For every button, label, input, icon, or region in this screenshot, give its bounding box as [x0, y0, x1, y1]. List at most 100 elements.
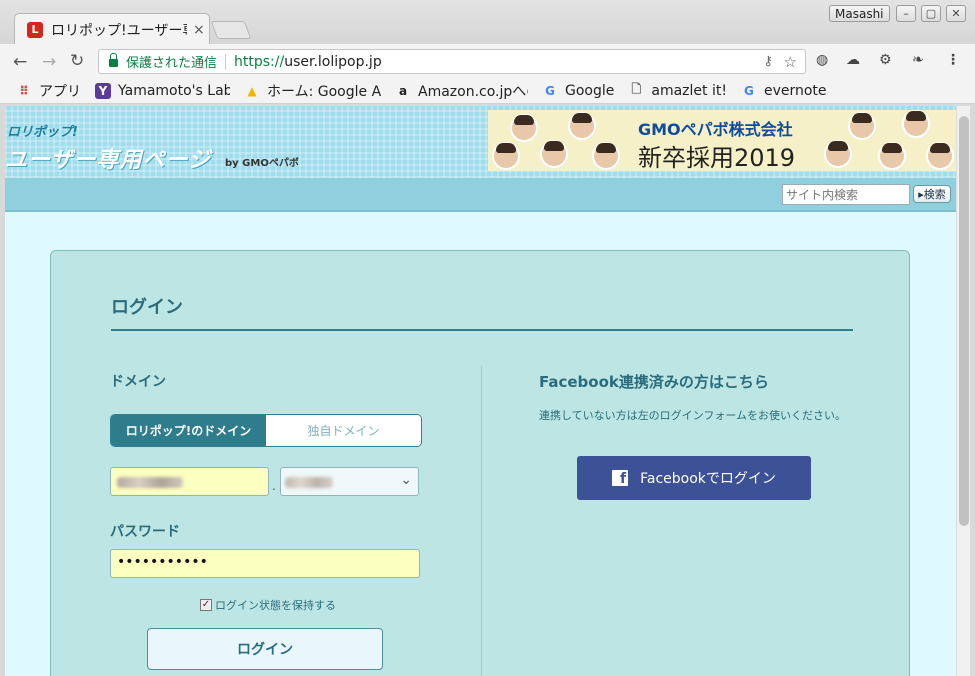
site-header: ロリポップ! ユーザー専用ページ by GMOペパボ GMOペパボ株式会社 新卒…	[5, 106, 956, 178]
bookmark-label: Yamamoto's Lab	[118, 82, 230, 99]
cloud-extension-icon[interactable]: ☁	[846, 52, 860, 68]
banner-person-icon	[540, 140, 568, 168]
redacted-value	[285, 477, 333, 488]
site-search-button[interactable]: ▸ 検索	[913, 185, 951, 203]
security-label: 保護された通信	[126, 56, 218, 71]
bookmark-amazon[interactable]: a Amazon.co.jpへのリンク	[395, 81, 528, 101]
tab-title: ロリポップ!ユーザー専用ページ	[51, 22, 187, 39]
tab-lolipop-domain[interactable]: ロリポップ!のドメイン	[111, 415, 266, 446]
domain-dot: .	[272, 479, 276, 493]
bookmark-label: Amazon.co.jpへのリンク	[418, 83, 528, 100]
banner-person-icon	[848, 112, 876, 140]
bookmark-apps[interactable]: ⠿ アプリ	[16, 81, 81, 101]
login-button[interactable]: ログイン	[147, 628, 383, 670]
site-subheader: ▸検索	[5, 178, 956, 212]
domain-subdomain-input[interactable]	[110, 467, 269, 496]
page-icon: 🗋	[631, 82, 642, 96]
bookmark-label: Google	[565, 82, 615, 99]
remember-checkbox[interactable]: ✓	[200, 599, 212, 611]
banner-recruit: 新卒採用2019	[638, 144, 796, 171]
site-search-input[interactable]	[782, 184, 910, 205]
logo-main[interactable]: ユーザー専用ページ	[5, 142, 211, 174]
logo-top: ロリポップ!	[7, 125, 78, 140]
password-label: パスワード	[110, 524, 180, 540]
extension-1-icon[interactable]: ◍	[816, 52, 828, 68]
scrollbar-thumb[interactable]	[959, 116, 969, 526]
domain-label: ドメイン	[110, 374, 166, 390]
banner-person-icon	[902, 110, 930, 138]
address-bar[interactable]: 保護された通信 https://user.lolipop.jp ⚷ ☆	[98, 49, 806, 74]
password-mask: •••••••••••	[117, 554, 208, 570]
browser-titlebar: L ロリポップ!ユーザー専用ページ × Masashi – ▢ ✕	[0, 0, 975, 45]
new-tab-button[interactable]	[210, 21, 252, 39]
tab-close-icon[interactable]: ×	[193, 22, 205, 38]
banner-person-icon	[568, 112, 596, 140]
adsense-icon: ▲	[247, 83, 257, 98]
banner-person-icon	[926, 142, 954, 170]
maximize-button[interactable]: ▢	[921, 5, 941, 22]
password-input[interactable]: •••••••••••	[110, 549, 420, 578]
facebook-button-label: Facebookでログイン	[640, 471, 776, 487]
minimize-button[interactable]: –	[896, 5, 916, 22]
lock-icon	[109, 53, 118, 67]
forward-button[interactable]: →	[42, 52, 56, 72]
bookmark-star-icon[interactable]: ☆	[784, 53, 797, 71]
apps-grid-icon: ⠿	[19, 83, 29, 98]
domain-type-toggle: ロリポップ!のドメイン 独自ドメイン	[110, 414, 422, 447]
remember-label: ログイン状態を保持する	[215, 599, 336, 612]
banner-person-icon	[510, 114, 538, 142]
profile-button[interactable]: Masashi	[829, 5, 890, 22]
domain-select[interactable]: ⌄	[280, 467, 419, 496]
chevron-down-icon: ⌄	[400, 472, 412, 488]
reload-button[interactable]: ↻	[70, 51, 84, 71]
yamamoto-lab-icon: Y	[95, 82, 111, 99]
facebook-title: Facebook連携済みの方はこちら	[539, 373, 769, 391]
google-icon: G	[744, 83, 754, 98]
bookmarks-bar: ⠿ アプリ Y Yamamoto's Lab ▲ ホーム: Google AdS…	[0, 78, 975, 104]
bookmark-yamamoto[interactable]: Y Yamamoto's Lab	[95, 82, 230, 99]
bookmark-amazlet[interactable]: 🗋 amazlet it!	[628, 82, 727, 99]
page-viewport: ロリポップ! ユーザー専用ページ by GMOペパボ GMOペパボ株式会社 新卒…	[5, 106, 956, 676]
window-edge	[970, 106, 975, 676]
menu-kebab-icon[interactable]: ⋮	[946, 52, 960, 68]
facebook-icon: f	[612, 470, 629, 486]
amazon-icon: a	[398, 83, 408, 98]
login-panel: ログイン ドメイン ロリポップ!のドメイン 独自ドメイン . ⌄ パスワード •…	[50, 250, 910, 676]
key-icon[interactable]: ⚷	[763, 54, 773, 69]
column-divider	[481, 366, 482, 676]
bookmark-google[interactable]: G Google	[542, 83, 614, 99]
url-text: https://user.lolipop.jp	[234, 54, 382, 70]
bookmark-label: アプリ	[39, 83, 81, 100]
facebook-description: 連携していない方は左のログインフォームをお使いください。	[539, 409, 847, 422]
url-scheme: https://	[234, 53, 285, 70]
banner-person-icon	[492, 142, 520, 170]
bookmark-evernote[interactable]: G evernote	[741, 83, 827, 99]
banner-company: GMOペパボ株式会社	[638, 120, 793, 139]
search-button-label: 検索	[923, 188, 946, 201]
bookmark-adsense[interactable]: ▲ ホーム: Google AdSense	[244, 81, 381, 101]
banner-person-icon	[878, 142, 906, 170]
bookmark-label: ホーム: Google AdSense	[267, 83, 381, 100]
tab-own-domain[interactable]: 独自ドメイン	[266, 415, 421, 446]
lolipop-favicon-icon: L	[27, 21, 43, 38]
omnibox-separator	[225, 53, 227, 70]
recruit-banner[interactable]: GMOペパボ株式会社 新卒採用2019	[488, 110, 956, 171]
google-icon: G	[545, 83, 555, 98]
title-underline	[111, 329, 853, 331]
facebook-login-button[interactable]: f Facebookでログイン	[577, 456, 811, 500]
banner-person-icon	[824, 140, 852, 168]
evernote-extension-icon[interactable]: ❧	[912, 52, 924, 68]
extension-3-icon[interactable]: ⚙	[879, 52, 892, 68]
logo-by: by GMOペパボ	[225, 158, 299, 169]
banner-person-icon	[592, 142, 620, 170]
back-button[interactable]: ←	[13, 52, 27, 72]
close-window-button[interactable]: ✕	[946, 5, 966, 22]
remember-login[interactable]: ✓ ログイン状態を保持する	[200, 597, 336, 613]
redacted-value	[117, 477, 183, 488]
bookmark-label: evernote	[763, 82, 827, 99]
url-host: user.lolipop.jp	[284, 53, 382, 70]
browser-tab[interactable]: L ロリポップ!ユーザー専用ページ ×	[14, 13, 210, 45]
login-title: ログイン	[111, 297, 183, 318]
bookmark-label: amazlet it!	[651, 82, 727, 99]
page-scrollbar[interactable]	[956, 106, 970, 676]
